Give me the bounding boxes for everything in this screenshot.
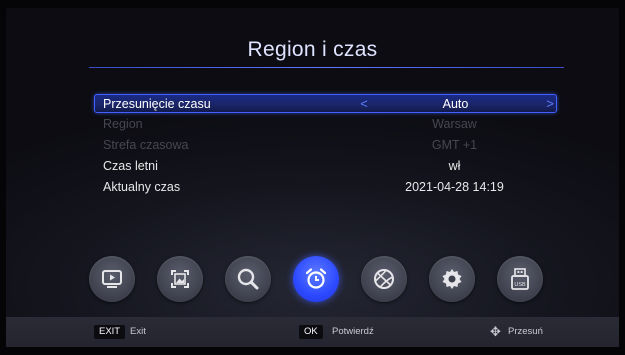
setting-row-timezone: Strefa czasowa GMT +1: [94, 136, 557, 155]
gear-icon[interactable]: [429, 256, 475, 302]
setting-label: Region: [103, 117, 143, 131]
setting-value: 2021-04-28 14:19: [405, 180, 504, 194]
usb-icon[interactable]: USB: [497, 256, 543, 302]
setting-row-dst[interactable]: Czas letni wł: [94, 157, 557, 176]
setting-label: Strefa czasowa: [103, 138, 189, 152]
setting-value: wł: [448, 159, 461, 173]
setting-row-region: Region Warsaw: [94, 115, 557, 134]
ok-label: Potwierdź: [332, 326, 374, 337]
setting-value: Auto: [442, 97, 469, 111]
exit-label: Exit: [130, 326, 146, 337]
chevron-left-icon[interactable]: <: [359, 95, 369, 112]
move-arrows-icon: ✥: [490, 324, 501, 339]
chevron-right-icon[interactable]: >: [545, 95, 555, 112]
svg-text:USB: USB: [514, 282, 526, 288]
globe-icon[interactable]: [361, 256, 407, 302]
picture-icon[interactable]: [157, 256, 203, 302]
setting-value: GMT +1: [431, 138, 478, 152]
setting-row-time-offset[interactable]: Przesunięcie czasu < Auto >: [94, 94, 557, 113]
setting-label: Aktualny czas: [103, 180, 181, 194]
exit-key[interactable]: EXIT: [94, 325, 126, 339]
setting-label: Przesunięcie czasu: [103, 97, 211, 111]
settings-screen: Region i czas Przesunięcie czasu < Auto …: [6, 8, 619, 347]
setting-label: Czas letni: [103, 159, 158, 173]
search-icon[interactable]: [225, 256, 271, 302]
move-label: Przesuń: [508, 326, 543, 337]
title-divider: [89, 67, 564, 68]
setting-row-current-time[interactable]: Aktualny czas 2021-04-28 14:19: [94, 178, 557, 197]
page-title: Region i czas: [247, 38, 378, 61]
setting-value: Warsaw: [432, 117, 477, 131]
ok-key[interactable]: OK: [299, 325, 323, 339]
footer-help-bar: EXIT Exit OK Potwierdź ✥ Przesuń: [6, 317, 619, 347]
alarm-clock-icon[interactable]: [293, 256, 339, 302]
menu-icon-bar: USB: [6, 256, 619, 312]
tv-playback-icon[interactable]: [89, 256, 135, 302]
